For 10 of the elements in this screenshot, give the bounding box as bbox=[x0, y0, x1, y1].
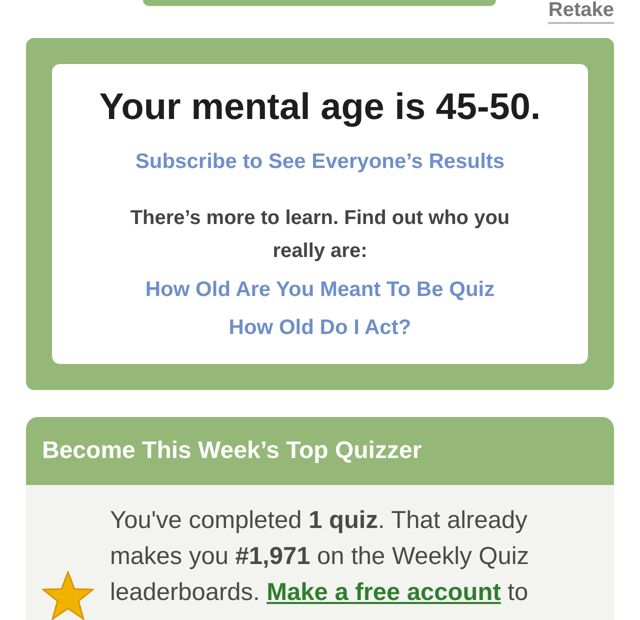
quiz-link[interactable]: How Old Do I Act? bbox=[228, 316, 412, 340]
star-icon bbox=[42, 571, 94, 620]
prompt-text: There’s more to learn. Find out who you really are: bbox=[129, 206, 511, 264]
account-link[interactable]: Make a free account bbox=[266, 579, 501, 606]
retake-link[interactable]: Retake bbox=[548, 0, 614, 24]
quiz-link[interactable]: How Old Are You Meant To Be Quiz bbox=[145, 278, 495, 302]
result-title: Your mental age is 45-50. bbox=[99, 86, 541, 128]
leaderboard-title: Become This Week’s Top Quizzer bbox=[26, 417, 614, 485]
leaderboard-text: You've completed 1 quiz. That already makes you #1,971 on the Weekly Quiz leaderboards. Make a free account to bbox=[110, 506, 530, 608]
subscribe-link[interactable]: Subscribe to See Everyone’s Results bbox=[135, 150, 505, 174]
